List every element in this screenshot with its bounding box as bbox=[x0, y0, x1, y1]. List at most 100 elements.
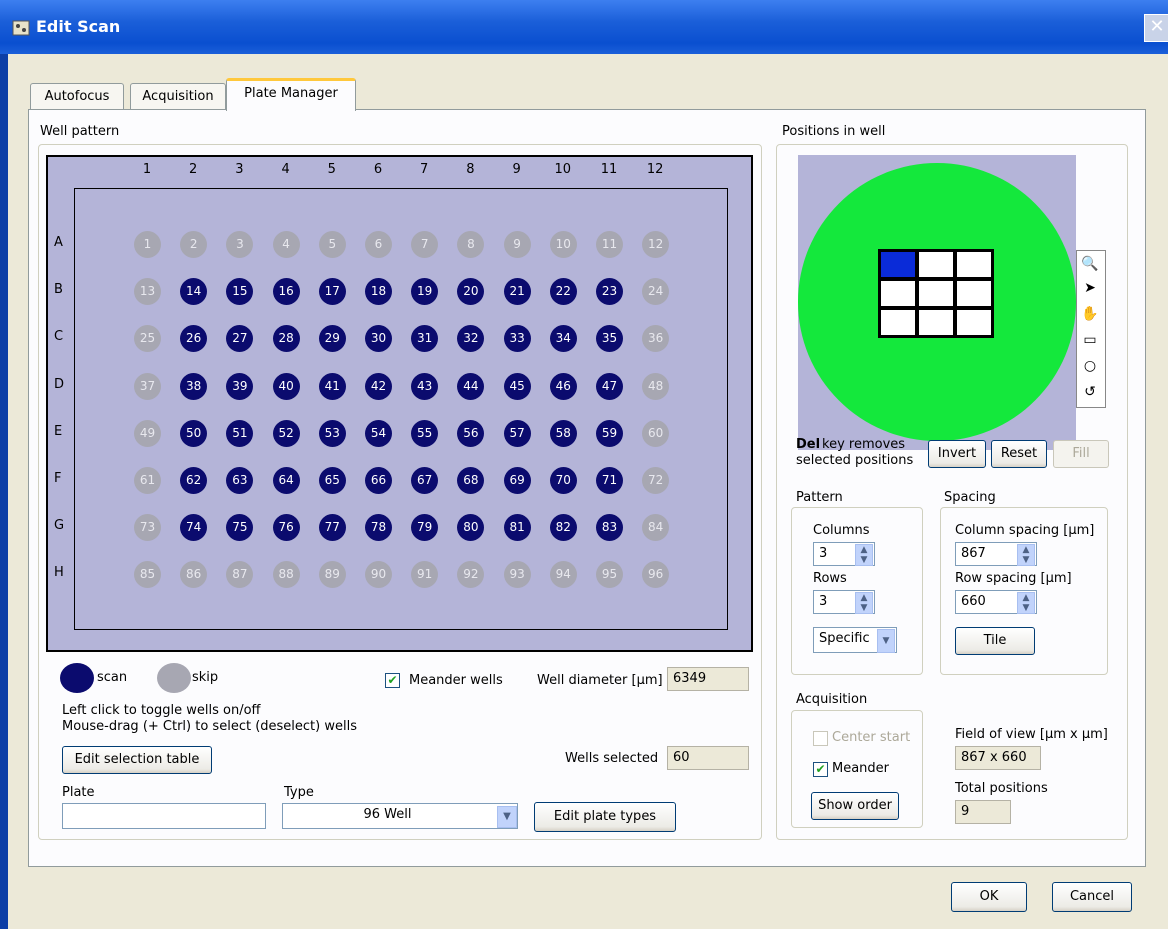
well-F1[interactable]: 61 bbox=[134, 467, 161, 494]
well-D11[interactable]: 47 bbox=[596, 372, 623, 400]
well-A10[interactable]: 10 bbox=[549, 231, 577, 258]
center-start-checkbox[interactable] bbox=[813, 731, 828, 746]
position-tile[interactable] bbox=[881, 310, 915, 335]
position-tile[interactable] bbox=[881, 281, 915, 306]
show-order-button[interactable]: Show order bbox=[811, 792, 899, 820]
well-C10[interactable]: 34 bbox=[549, 325, 577, 353]
well-E6[interactable]: 54 bbox=[365, 419, 392, 447]
columns-spinner[interactable]: ▲ ▼ bbox=[855, 544, 873, 566]
well-A12[interactable]: 12 bbox=[642, 231, 670, 258]
position-tile[interactable] bbox=[919, 281, 953, 306]
position-tile[interactable] bbox=[881, 252, 915, 277]
well-E1[interactable]: 49 bbox=[134, 419, 161, 447]
well-G4[interactable]: 76 bbox=[272, 514, 300, 542]
invert-button[interactable]: Invert bbox=[928, 440, 986, 468]
well-A7[interactable]: 7 bbox=[411, 231, 439, 258]
well-E5[interactable]: 53 bbox=[318, 419, 346, 447]
chevron-down-icon[interactable]: ▼ bbox=[497, 806, 517, 828]
position-tile[interactable] bbox=[957, 252, 991, 277]
well-B10[interactable]: 22 bbox=[549, 278, 577, 306]
well-B6[interactable]: 18 bbox=[365, 278, 392, 306]
meander-wells-checkbox[interactable]: ✔ bbox=[385, 673, 400, 688]
well-E7[interactable]: 55 bbox=[411, 419, 439, 447]
columns-field[interactable]: 3 ▲ ▼ bbox=[813, 542, 875, 566]
well-F4[interactable]: 64 bbox=[272, 467, 300, 494]
position-tile[interactable] bbox=[919, 310, 953, 335]
rectangle-icon[interactable]: ▭ bbox=[1077, 328, 1103, 352]
well-F7[interactable]: 67 bbox=[411, 467, 439, 494]
well-D3[interactable]: 39 bbox=[226, 372, 254, 400]
position-canvas[interactable] bbox=[798, 155, 1076, 450]
well-C9[interactable]: 33 bbox=[503, 325, 531, 353]
well-E12[interactable]: 60 bbox=[642, 419, 670, 447]
well-D10[interactable]: 46 bbox=[549, 372, 577, 400]
well-G11[interactable]: 83 bbox=[596, 514, 623, 542]
well-H9[interactable]: 93 bbox=[503, 561, 531, 589]
well-E9[interactable]: 57 bbox=[503, 419, 531, 447]
well-H4[interactable]: 88 bbox=[272, 561, 300, 589]
rows-spinner[interactable]: ▲ ▼ bbox=[855, 592, 873, 614]
well-A1[interactable]: 1 bbox=[134, 231, 161, 258]
ok-button[interactable]: OK bbox=[951, 882, 1027, 912]
edit-selection-table-button[interactable]: Edit selection table bbox=[62, 746, 212, 774]
meander-checkbox[interactable]: ✔ bbox=[813, 762, 828, 777]
edit-plate-types-button[interactable]: Edit plate types bbox=[534, 802, 676, 832]
well-D9[interactable]: 45 bbox=[503, 372, 531, 400]
well-G10[interactable]: 82 bbox=[549, 514, 577, 542]
well-D5[interactable]: 41 bbox=[318, 372, 346, 400]
well-E4[interactable]: 52 bbox=[272, 419, 300, 447]
well-D2[interactable]: 38 bbox=[180, 372, 208, 400]
well-F6[interactable]: 66 bbox=[365, 467, 392, 494]
well-F12[interactable]: 72 bbox=[642, 467, 670, 494]
well-D12[interactable]: 48 bbox=[642, 372, 670, 400]
position-tile[interactable] bbox=[919, 252, 953, 277]
well-A6[interactable]: 6 bbox=[365, 231, 392, 258]
plate-type-select[interactable]: 96 Well bbox=[282, 803, 518, 829]
lasso-icon[interactable]: ↺ bbox=[1077, 380, 1103, 404]
well-F9[interactable]: 69 bbox=[503, 467, 531, 494]
well-A4[interactable]: 4 bbox=[272, 231, 300, 258]
well-F11[interactable]: 71 bbox=[596, 467, 623, 494]
well-E8[interactable]: 56 bbox=[457, 419, 485, 447]
well-G9[interactable]: 81 bbox=[503, 514, 531, 542]
well-G6[interactable]: 78 bbox=[365, 514, 392, 542]
tile-button[interactable]: Tile bbox=[955, 627, 1035, 655]
well-E10[interactable]: 58 bbox=[549, 419, 577, 447]
circle-icon[interactable]: ○ bbox=[1077, 354, 1103, 378]
well-A5[interactable]: 5 bbox=[318, 231, 346, 258]
well-A9[interactable]: 9 bbox=[503, 231, 531, 258]
well-F10[interactable]: 70 bbox=[549, 467, 577, 494]
well-B4[interactable]: 16 bbox=[272, 278, 300, 306]
well-H5[interactable]: 89 bbox=[318, 561, 346, 589]
rows-field[interactable]: 3 ▲ ▼ bbox=[813, 590, 875, 614]
well-D4[interactable]: 40 bbox=[272, 372, 300, 400]
zoom-icon[interactable]: 🔍 bbox=[1077, 252, 1103, 276]
cancel-button[interactable]: Cancel bbox=[1052, 882, 1132, 912]
hand-icon[interactable]: ✋ bbox=[1077, 302, 1103, 326]
tab-plate-manager[interactable]: Plate Manager bbox=[226, 78, 356, 111]
well-B11[interactable]: 23 bbox=[596, 278, 623, 306]
well-A11[interactable]: 11 bbox=[596, 231, 623, 258]
well-B5[interactable]: 17 bbox=[318, 278, 346, 306]
pattern-mode-select[interactable]: Specific ▼ bbox=[813, 627, 897, 653]
row-spacing-field[interactable]: 660 ▲ ▼ bbox=[955, 590, 1037, 614]
well-D8[interactable]: 44 bbox=[457, 372, 485, 400]
position-tile[interactable] bbox=[957, 310, 991, 335]
well-F2[interactable]: 62 bbox=[180, 467, 208, 494]
fill-button[interactable]: Fill bbox=[1053, 440, 1109, 468]
plate-name-input[interactable] bbox=[62, 803, 266, 829]
close-icon[interactable]: ✕ bbox=[1144, 14, 1168, 42]
well-G5[interactable]: 77 bbox=[318, 514, 346, 542]
well-F5[interactable]: 65 bbox=[318, 467, 346, 494]
well-B1[interactable]: 13 bbox=[134, 278, 161, 306]
column-spacing-field[interactable]: 867 ▲ ▼ bbox=[955, 542, 1037, 566]
well-E3[interactable]: 51 bbox=[226, 419, 254, 447]
position-tile[interactable] bbox=[957, 281, 991, 306]
well-H10[interactable]: 94 bbox=[549, 561, 577, 589]
pointer-icon[interactable]: ➤ bbox=[1077, 276, 1103, 300]
well-C5[interactable]: 29 bbox=[318, 325, 346, 353]
tab-autofocus[interactable]: Autofocus bbox=[30, 83, 124, 110]
well-E11[interactable]: 59 bbox=[596, 419, 623, 447]
well-D7[interactable]: 43 bbox=[411, 372, 439, 400]
well-E2[interactable]: 50 bbox=[180, 419, 208, 447]
